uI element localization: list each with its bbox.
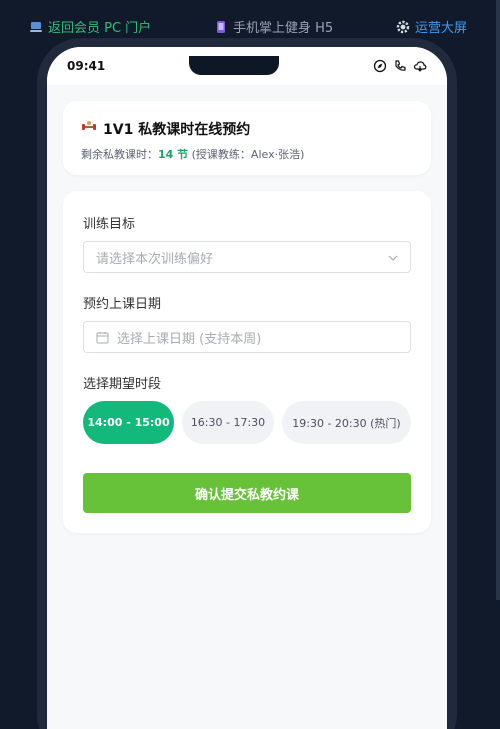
phone-screen: 09:41 1V1 私教课时在线预约 剩余私教课时：14 节 (授课教练：Ale… [47, 47, 447, 729]
time-slot-1630[interactable]: 16:30 - 17:30 [182, 401, 274, 444]
back-to-pc-portal-label: 返回会员 PC 门户 [48, 21, 152, 36]
remaining-count: 14 节 [158, 148, 189, 161]
page-title: 1V1 私教课时在线预约 [81, 119, 250, 139]
submit-booking-button[interactable]: 确认提交私教约课 [83, 473, 411, 513]
ops-dashboard-label: 运营大屏 [415, 21, 468, 36]
chevron-down-icon [388, 252, 398, 262]
cloud-icon [413, 58, 427, 72]
back-to-pc-portal-link[interactable]: 返回会员 PC 门户 [29, 17, 151, 36]
date-label: 预约上课日期 [83, 297, 162, 312]
laptop-icon [29, 20, 43, 34]
goal-placeholder: 请选择本次训练偏好 [96, 251, 214, 267]
date-picker-input[interactable]: 选择上课日期 (支持本周) [83, 321, 411, 353]
slot-label: 选择期望时段 [83, 377, 162, 392]
booking-form: 训练目标 请选择本次训练偏好 预约上课日期 选择上课日期 (支持本周) 选择期望… [63, 191, 431, 533]
dumbbell-icon [81, 119, 97, 139]
time-slot-1930[interactable]: 19:30 - 20:30 (热门) [282, 401, 411, 444]
goal-label: 训练目标 [83, 217, 136, 232]
status-time: 09:41 [67, 59, 106, 73]
ops-dashboard-link[interactable]: 运营大屏 [396, 17, 467, 36]
goal-select[interactable]: 请选择本次训练偏好 [83, 241, 411, 273]
remaining-sessions: 剩余私教课时：14 节 (授课教练：Alex·张浩) [81, 146, 304, 162]
time-slot-1400[interactable]: 14:00 - 15:00 [83, 401, 174, 444]
phone-notch [189, 56, 279, 75]
time-slot-group: 14:00 - 15:00 16:30 - 17:30 19:30 - 20:3… [83, 401, 411, 444]
gear-icon [396, 20, 410, 34]
page-title-text: 1V1 私教课时在线预约 [103, 122, 251, 138]
remaining-label: 剩余私教课时： [81, 148, 158, 161]
mobile-h5-link[interactable]: 手机掌上健身 H5 [214, 17, 333, 36]
status-bar: 09:41 [47, 47, 447, 85]
mobile-phone-icon [214, 20, 228, 34]
date-placeholder: 选择上课日期 (支持本周) [117, 331, 262, 347]
compass-icon [373, 58, 387, 73]
mobile-h5-label: 手机掌上健身 H5 [233, 21, 334, 36]
phone-icon [393, 58, 407, 72]
quota-card: 1V1 私教课时在线预约 剩余私教课时：14 节 (授课教练：Alex·张浩) [63, 101, 431, 175]
calendar-icon [96, 331, 109, 344]
coach-info: (授课教练：Alex·张浩) [191, 148, 305, 161]
status-icons [373, 58, 427, 73]
page-scrollbar[interactable] [496, 0, 500, 600]
